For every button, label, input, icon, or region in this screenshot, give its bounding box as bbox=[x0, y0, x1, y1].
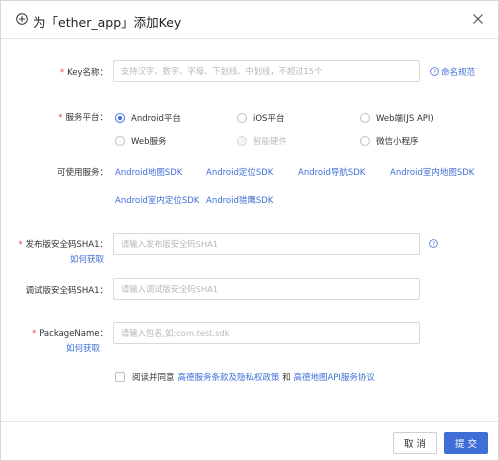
radio-web-js[interactable]: Web端(JS API) bbox=[360, 112, 434, 124]
dialog-header: 为「ether_app」添加Key bbox=[1, 1, 498, 39]
radio-dot bbox=[360, 136, 370, 146]
key-name-label-text: Key名称： bbox=[67, 68, 108, 78]
platform-label-text: 服务平台： bbox=[65, 113, 108, 123]
agreement-row: 阅读并同意 高德服务条款及隐私权政策 和 高德地图API服务协议 bbox=[115, 371, 375, 383]
add-key-dialog: 为「ether_app」添加Key *Key名称： ? 命名规范 *服务平台： … bbox=[0, 0, 499, 461]
radio-android-label: Android平台 bbox=[131, 114, 181, 124]
required-mark: * bbox=[59, 68, 65, 78]
package-name-input[interactable] bbox=[113, 322, 420, 344]
debug-sha1-input[interactable] bbox=[113, 278, 420, 300]
sdk-link-android-indoor-location[interactable]: Android室内定位SDK bbox=[115, 194, 199, 206]
radio-dot bbox=[115, 136, 125, 146]
release-sha1-input[interactable] bbox=[113, 233, 420, 255]
radio-web-js-label: Web端(JS API) bbox=[376, 114, 434, 124]
add-circle-icon bbox=[16, 13, 28, 25]
svg-text:?: ? bbox=[432, 242, 435, 248]
close-icon[interactable] bbox=[472, 13, 484, 25]
agreement-prefix: 阅读并同意 bbox=[132, 373, 175, 383]
help-icon[interactable]: ? bbox=[429, 239, 438, 248]
sdk-link-android-falcon[interactable]: Android猎鹰SDK bbox=[206, 194, 273, 206]
radio-wechat-mini[interactable]: 微信小程序 bbox=[360, 135, 419, 147]
release-sha1-how-link[interactable]: 如何获取 bbox=[70, 253, 104, 265]
release-sha1-label-text: 发布版安全码SHA1： bbox=[25, 240, 108, 250]
radio-ios[interactable]: iOS平台 bbox=[237, 112, 284, 124]
radio-ios-label: iOS平台 bbox=[253, 114, 285, 124]
dialog-title: 为「ether_app」添加Key bbox=[33, 15, 182, 30]
agreement-checkbox[interactable] bbox=[115, 372, 125, 382]
svg-text:?: ? bbox=[433, 70, 436, 76]
radio-dot bbox=[237, 113, 247, 123]
sdk-link-android-indoor-map[interactable]: Android室内地图SDK bbox=[390, 166, 474, 178]
terms-privacy-link[interactable]: 高德服务条款及隐私权政策 bbox=[178, 371, 280, 383]
platform-label: * 服务平台： bbox=[58, 111, 108, 123]
debug-sha1-label: 调试版安全码SHA1： bbox=[25, 286, 108, 296]
key-name-label: * Key名称： bbox=[60, 66, 108, 78]
submit-button[interactable]: 提 交 bbox=[444, 432, 488, 454]
required-mark: * bbox=[58, 113, 63, 123]
radio-web-service[interactable]: Web服务 bbox=[115, 135, 167, 147]
radio-dot bbox=[237, 136, 247, 146]
radio-smart-hardware-label: 智能硬件 bbox=[253, 137, 288, 147]
radio-smart-hardware: 智能硬件 bbox=[237, 135, 287, 147]
help-icon: ? bbox=[430, 67, 439, 76]
package-name-label-text: PackageName： bbox=[39, 329, 108, 339]
package-name-label: * PackageName： bbox=[32, 327, 108, 339]
available-services-label: 可使用服务： bbox=[56, 168, 108, 178]
cancel-button[interactable]: 取 消 bbox=[393, 432, 437, 454]
agreement-and: 和 bbox=[279, 373, 294, 383]
package-how-link[interactable]: 如何获取 bbox=[66, 342, 100, 354]
key-name-input[interactable] bbox=[113, 60, 420, 82]
radio-dot bbox=[360, 113, 370, 123]
sdk-link-android-navi[interactable]: Android导航SDK bbox=[298, 166, 365, 178]
naming-rules-link[interactable]: 命名规范 bbox=[441, 66, 475, 78]
radio-web-service-label: Web服务 bbox=[131, 137, 167, 147]
api-agreement-link[interactable]: 高德地图API服务协议 bbox=[293, 371, 374, 383]
sdk-link-android-map[interactable]: Android地图SDK bbox=[115, 166, 182, 178]
sdk-link-android-location[interactable]: Android定位SDK bbox=[206, 166, 273, 178]
required-mark: * bbox=[18, 240, 23, 250]
required-mark: * bbox=[31, 329, 37, 339]
radio-wechat-mini-label: 微信小程序 bbox=[376, 137, 419, 147]
release-sha1-label: * 发布版安全码SHA1： bbox=[18, 238, 108, 250]
radio-dot bbox=[115, 113, 125, 123]
radio-android[interactable]: Android平台 bbox=[115, 112, 181, 124]
